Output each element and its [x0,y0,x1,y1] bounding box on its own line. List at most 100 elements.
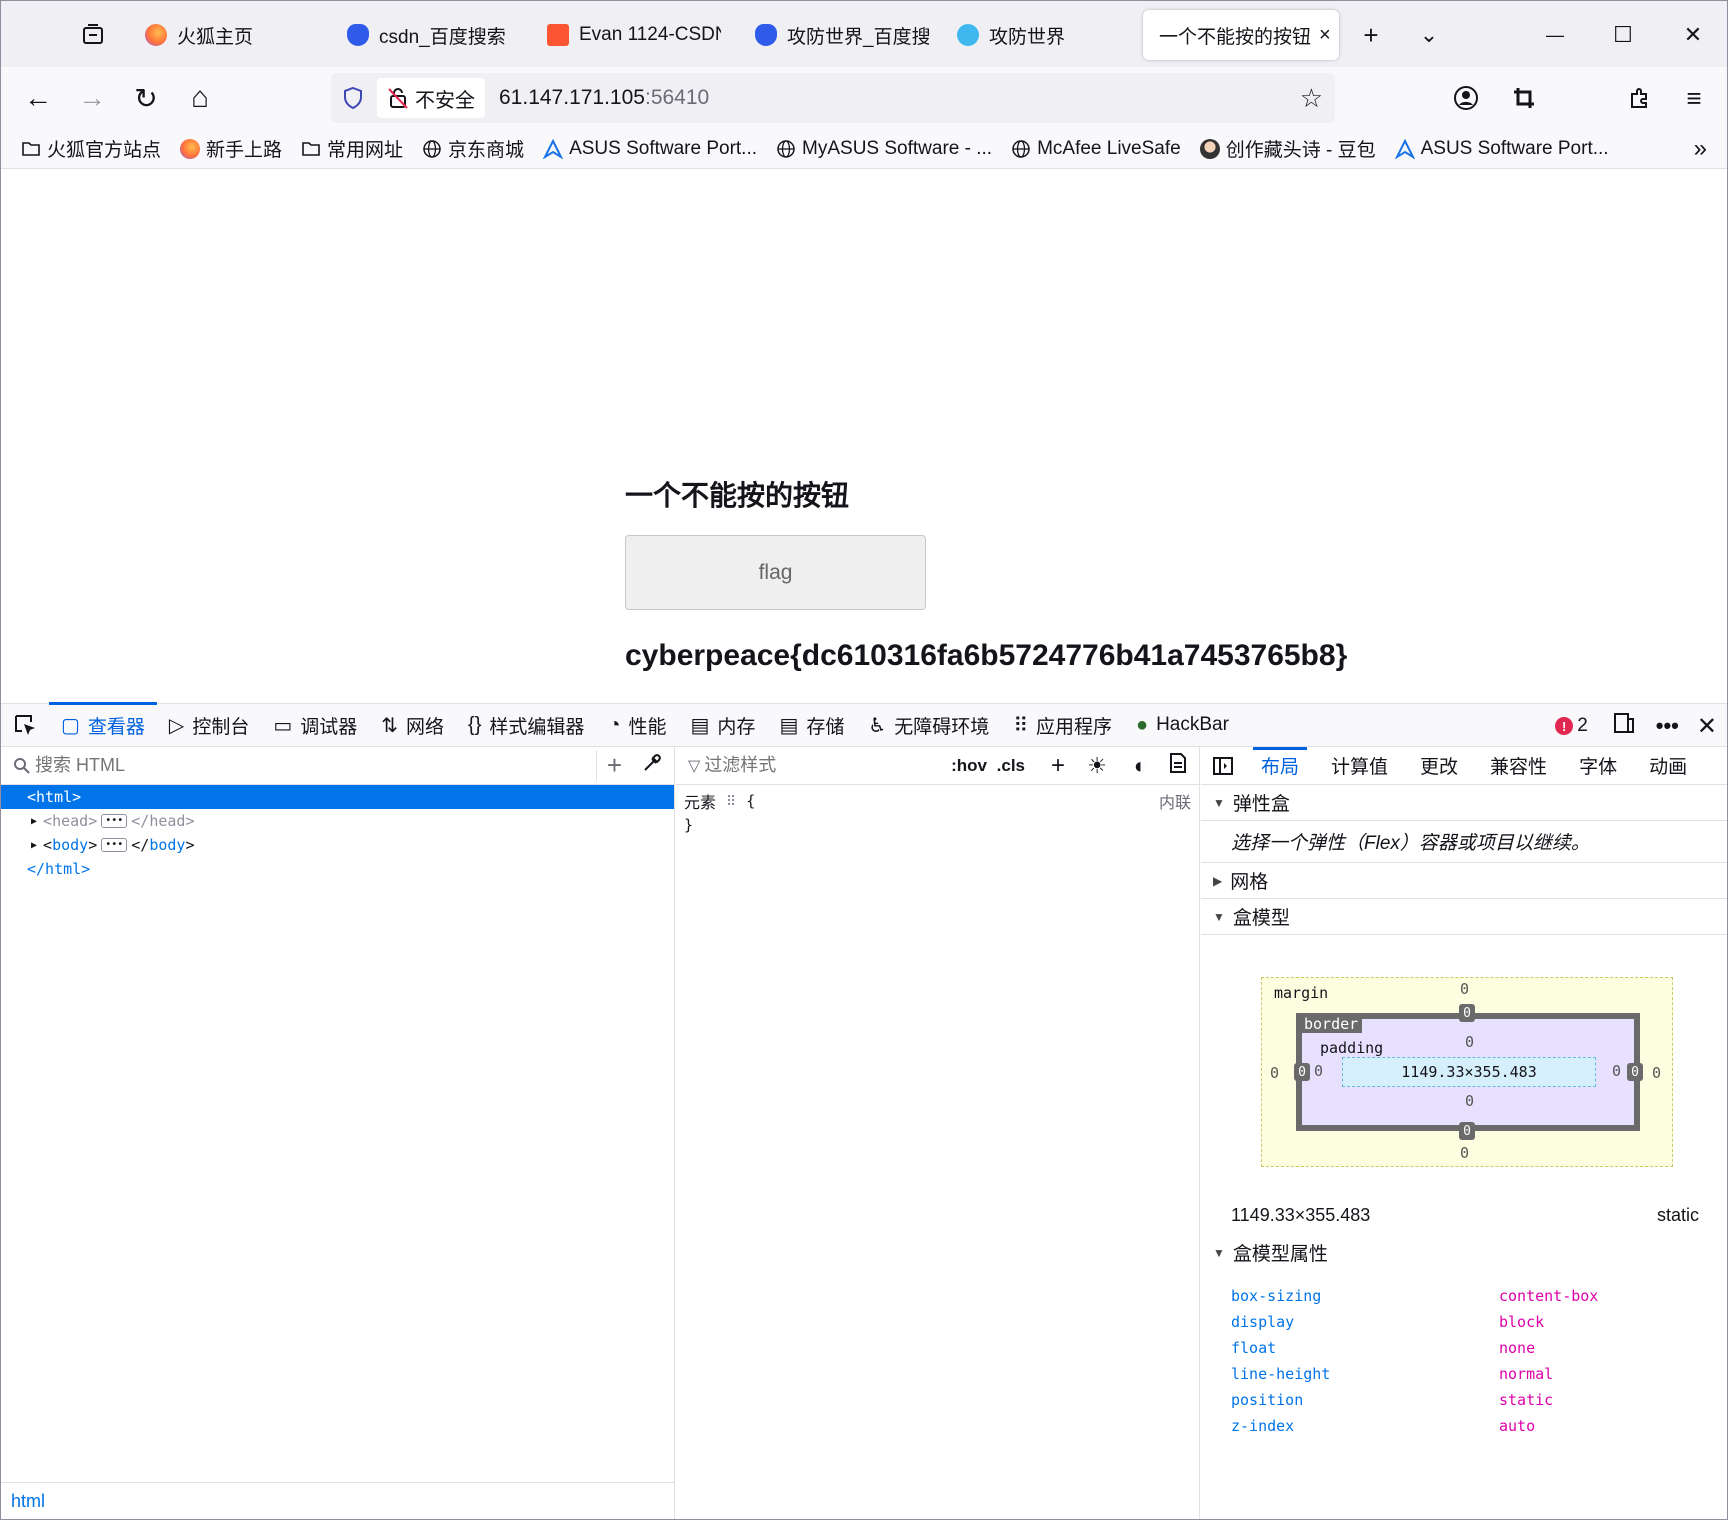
border-bottom-value[interactable]: 0 [1459,1122,1475,1140]
content-size[interactable]: 1149.33×355.483 [1401,1063,1536,1081]
cls-toggle[interactable]: .cls [997,756,1025,776]
firefox-view-icon[interactable] [73,15,113,55]
reload-icon[interactable]: ↻ [125,77,167,119]
minimize-icon[interactable]: — [1535,15,1575,55]
flag-button[interactable]: flag [625,535,926,610]
forward-arrow-icon[interactable]: → [71,77,113,119]
back-arrow-icon[interactable]: ← [17,77,59,119]
tab-csdn-search[interactable]: csdn_百度搜索 [331,10,521,60]
grid-section-header[interactable]: ▶ 网格 [1201,863,1727,899]
html-search-input[interactable] [35,755,575,776]
padding-left-value[interactable]: 0 [1314,1062,1323,1080]
bookmark-item[interactable]: 创作藏头诗 - 豆包 [1199,135,1376,162]
bookmark-item[interactable]: 新手上路 [180,135,282,162]
tab-style-editor[interactable]: {} 样式编辑器 [456,703,596,747]
tab-gongfang-search[interactable]: 攻防世界_百度搜 [739,10,929,60]
boxmodel-properties-header[interactable]: ▼ 盒模型属性 [1213,1239,1328,1266]
margin-bottom-value[interactable]: 0 [1460,1144,1469,1162]
bookmarks-overflow-chevron-icon[interactable]: » [1694,135,1707,163]
bookmark-item[interactable]: ASUS Software Port... [1394,138,1609,160]
error-badge[interactable]: ! 2 [1555,715,1588,737]
home-icon[interactable]: ⌂ [179,77,221,119]
eyedropper-icon[interactable] [642,753,662,778]
tab-hackbar[interactable]: ● HackBar [1124,703,1241,747]
tab-fonts[interactable]: 字体 [1563,747,1633,785]
flexbox-section-header[interactable]: ▼ 弹性盒 [1201,785,1727,821]
account-icon[interactable] [1445,77,1487,119]
tab-network[interactable]: ⇅ 网络 [369,703,456,747]
url-text[interactable]: 61.147.171.105:56410 [499,86,709,110]
dark-theme-contrast-icon[interactable]: ◐ [1134,753,1147,779]
tree-node-head[interactable]: ▶ < head > ••• </head > [1,809,674,833]
boxmodel-section-header[interactable]: ▼ 盒模型 [1201,899,1727,935]
tab-memory[interactable]: ▤ 内存 [679,703,768,747]
padding-bottom-value[interactable]: 0 [1465,1092,1474,1110]
margin-right-value[interactable]: 0 [1652,1064,1661,1082]
bookmark-item[interactable]: 火狐官方站点 [21,135,161,162]
border-right-value[interactable]: 0 [1627,1063,1643,1081]
expand-triangle-icon[interactable]: ▶ [31,816,37,827]
bookmark-item[interactable]: 京东商城 [422,135,524,162]
tree-node-html[interactable]: <html> [1,785,674,809]
tab-gongfang[interactable]: 攻防世界 [941,10,1131,60]
bookmark-item[interactable]: MyASUS Software - ... [776,138,992,160]
tab-animations[interactable]: 动画 [1633,747,1703,785]
bookmark-item[interactable]: McAfee LiveSafe [1011,138,1181,160]
border-left-value[interactable]: 0 [1294,1063,1310,1081]
padding-right-value[interactable]: 0 [1612,1062,1621,1080]
hov-toggle[interactable]: :hov [951,756,987,776]
boxmodel-properties: box-sizing content-box display block float… [1231,1283,1711,1439]
light-theme-sun-icon[interactable]: ☀ [1087,753,1107,779]
tab-firefox-home[interactable]: 火狐主页 [129,10,319,60]
add-node-icon[interactable]: + [595,750,622,781]
tab-compatibility[interactable]: 兼容性 [1474,747,1563,785]
rule-source[interactable]: 内联 [1159,789,1191,813]
maximize-icon[interactable]: ☐ [1603,15,1643,55]
tree-node-html-close[interactable]: </html> [1,857,674,881]
bookmark-star-icon[interactable]: ☆ [1300,83,1323,114]
window-close-icon[interactable]: ✕ [1673,15,1713,55]
tab-application[interactable]: ⠿ 应用程序 [1001,703,1124,747]
ellipsis-icon[interactable]: ••• [101,814,128,828]
tab-list-chevron-icon[interactable]: ⌄ [1409,15,1449,55]
toggle-sidebar-icon[interactable] [1201,747,1245,785]
tab-computed[interactable]: 计算值 [1315,747,1404,785]
tab-inspector[interactable]: ▢ 查看器 [49,702,157,747]
more-options-icon[interactable]: ••• [1656,713,1679,739]
tab-active-page[interactable]: 一个不能按的按钮 × [1143,10,1339,60]
new-tab-button[interactable]: + [1351,15,1391,55]
tab-csdn-evan[interactable]: Evan 1124-CSDN [531,10,721,60]
tracking-shield-icon[interactable] [335,86,371,110]
ellipsis-icon[interactable]: ••• [101,838,128,852]
bookmark-item[interactable]: ASUS Software Port... [543,138,757,160]
print-media-document-icon[interactable] [1169,752,1187,779]
app-menu-hamburger-icon[interactable]: ≡ [1673,77,1715,119]
element-picker-icon[interactable] [1,703,49,747]
connection-not-secure-badge[interactable]: 不安全 [377,78,485,118]
tab-debugger[interactable]: ▭ 调试器 [261,703,369,747]
braces-icon: {} [468,713,482,736]
tab-storage[interactable]: ▤ 存储 [767,703,856,747]
tab-accessibility[interactable]: ♿ 无障碍环境 [856,703,1001,747]
dock-side-icon[interactable] [1612,711,1636,741]
accessibility-icon: ♿ [868,714,887,737]
tab-close-icon[interactable]: × [1311,24,1331,47]
extensions-puzzle-icon[interactable] [1619,77,1661,119]
devtools-close-icon[interactable]: ✕ [1697,712,1717,741]
filter-styles-input[interactable] [704,755,925,776]
breadcrumb-item[interactable]: html [11,1491,45,1512]
screenshot-crop-icon[interactable] [1503,77,1545,119]
url-bar[interactable]: 不安全 61.147.171.105:56410 ☆ [331,73,1335,123]
margin-top-value[interactable]: 0 [1460,980,1469,998]
tab-layout[interactable]: 布局 [1245,746,1315,785]
border-top-value[interactable]: 0 [1459,1004,1475,1022]
expand-triangle-icon[interactable]: ▶ [31,840,37,851]
tab-console[interactable]: ▷ 控制台 [157,703,261,747]
tab-performance[interactable]: ◔ 性能 [596,703,678,747]
padding-top-value[interactable]: 0 [1465,1033,1474,1051]
bookmark-item[interactable]: 常用网址 [301,135,403,162]
tree-node-body[interactable]: ▶ < body > ••• </body > [1,833,674,857]
margin-left-value[interactable]: 0 [1270,1064,1279,1082]
tab-changes[interactable]: 更改 [1404,747,1474,785]
add-rule-icon[interactable]: + [1051,752,1065,780]
